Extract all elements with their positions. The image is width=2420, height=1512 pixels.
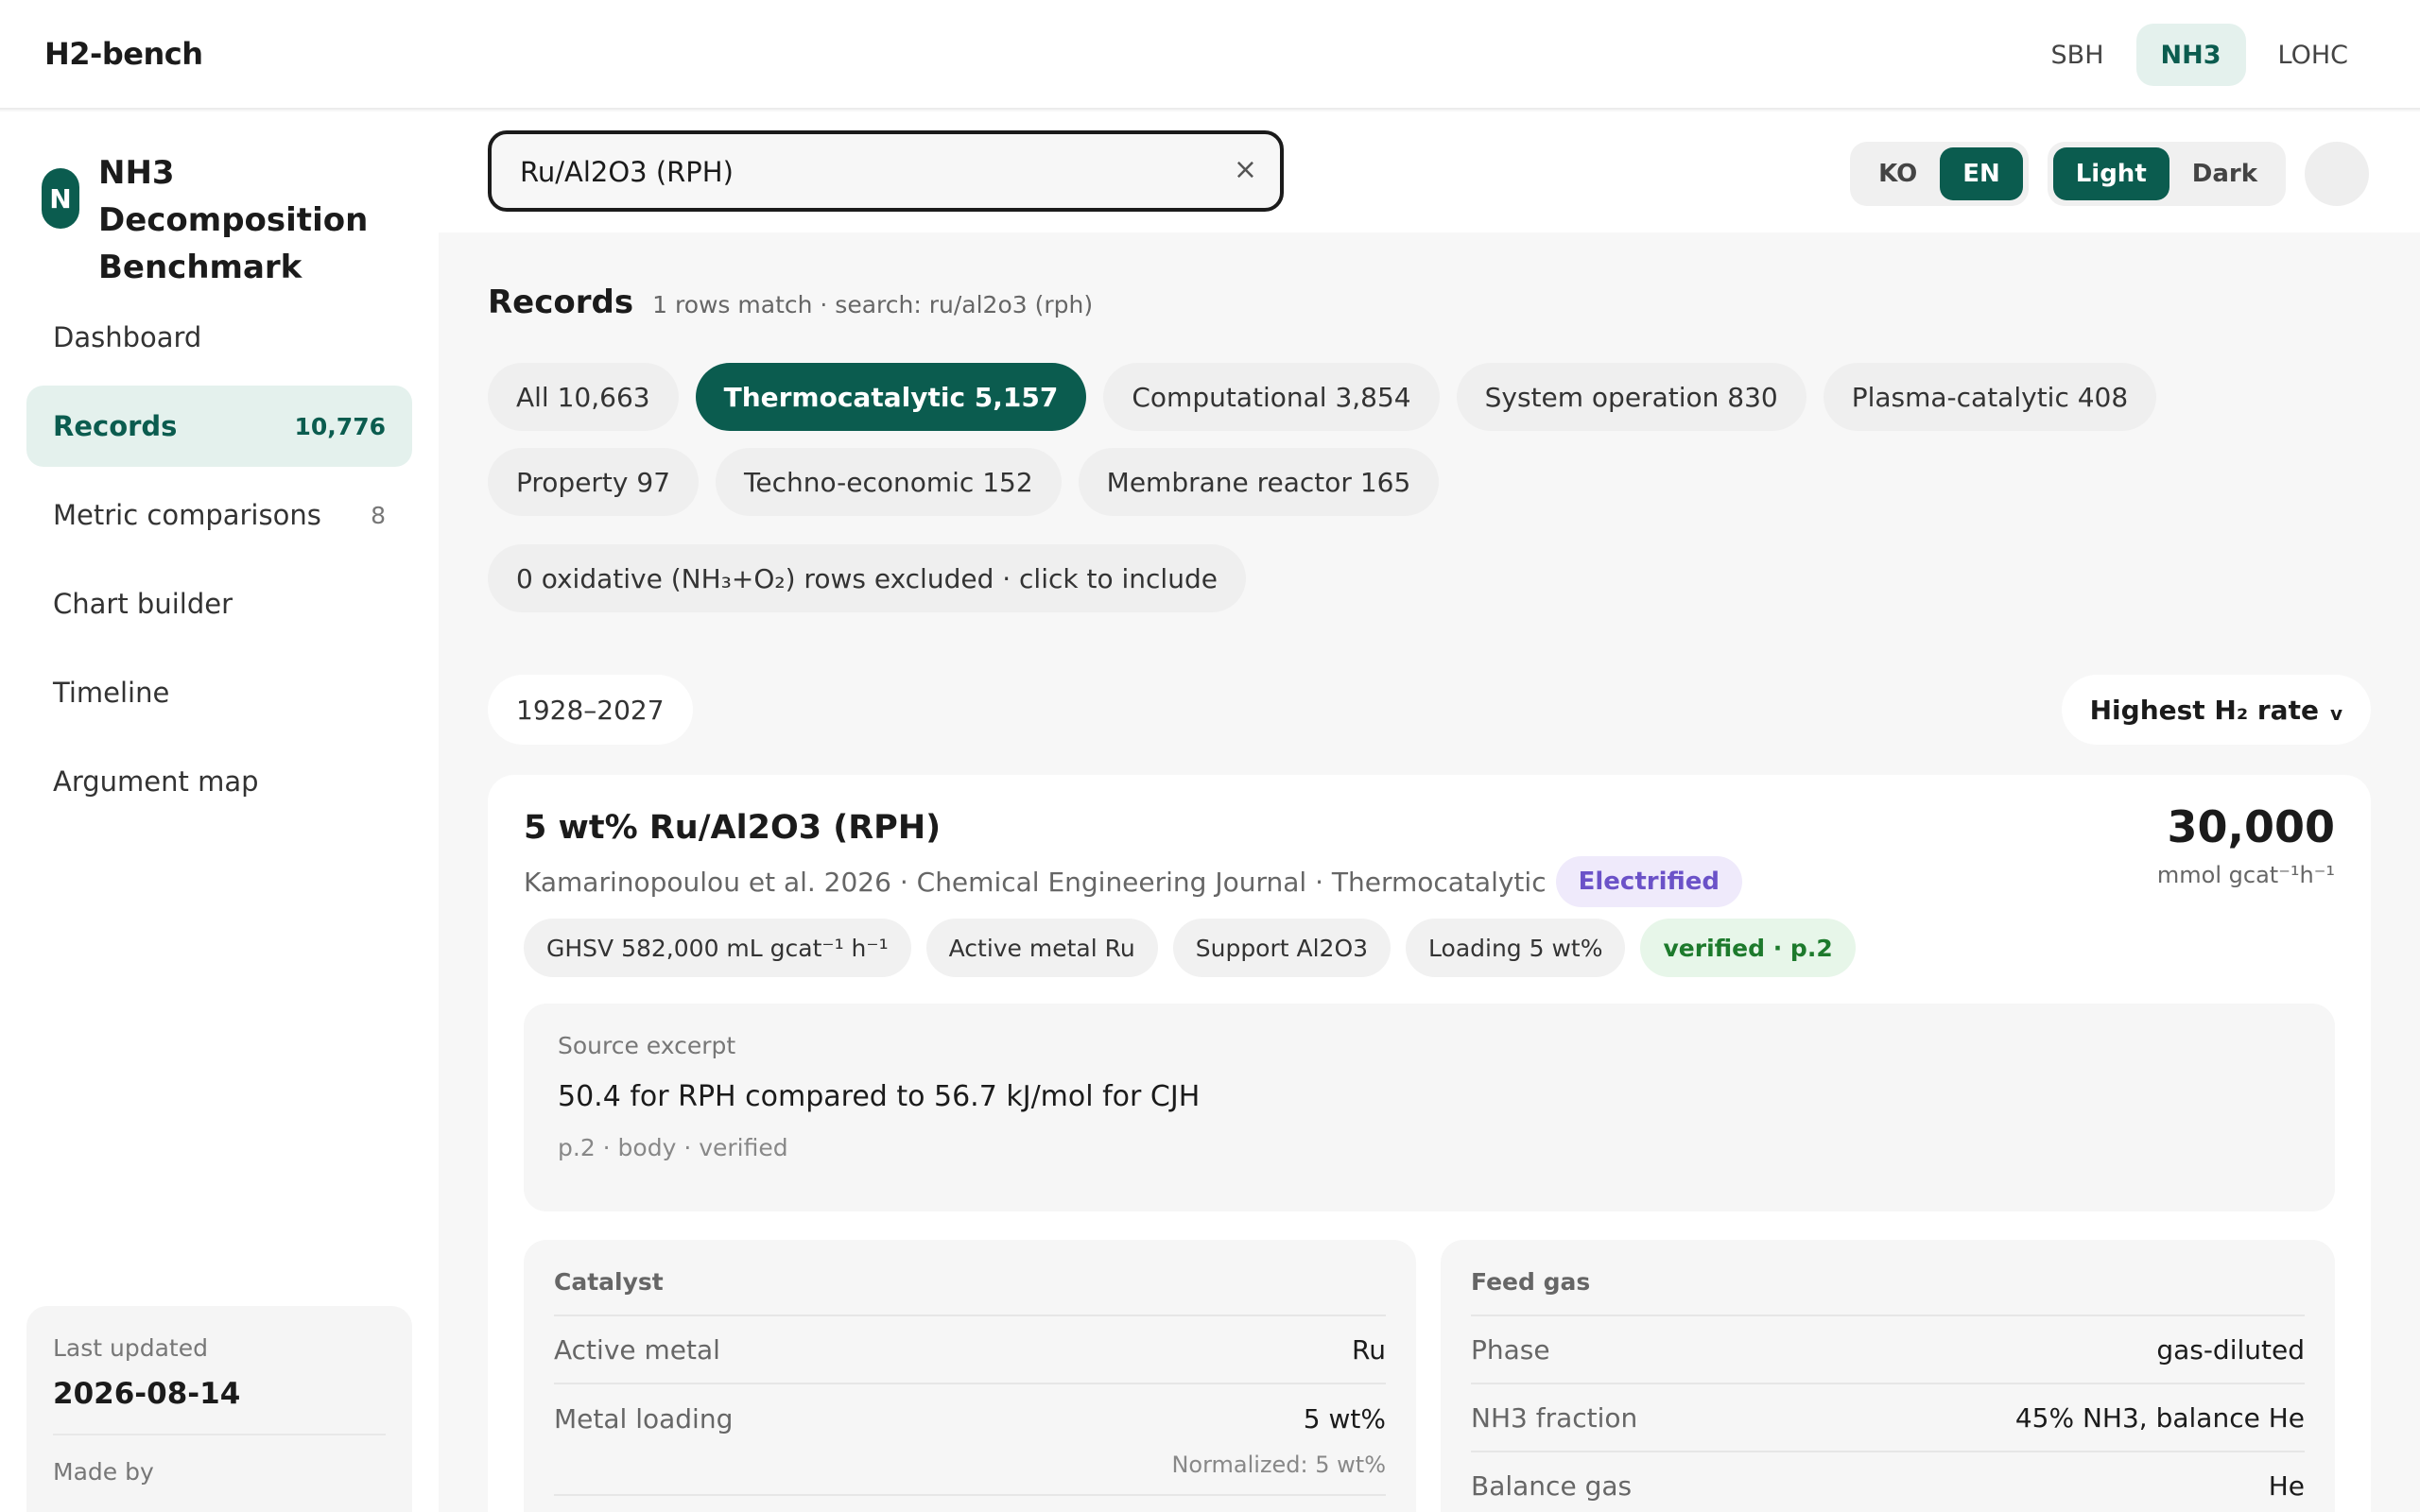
last-updated-value: 2026-08-14 [53,1377,386,1435]
sidebar-item-label: Chart builder [53,588,233,620]
domain-tabs: SBH NH3 LOHC [2027,24,2373,86]
catalyst-panel: Catalyst Active metal Ru Metal loading 5… [524,1240,1416,1512]
oxidative-rows-toggle[interactable]: 0 oxidative (NH₃+O₂) rows excluded · cli… [488,544,1246,612]
made-by-label: Made by [53,1458,154,1486]
record-title: 5 wt% Ru/Al2O3 (RPH) [524,809,942,847]
chip-computational[interactable]: Computational 3,854 [1103,363,1440,431]
h2-rate-unit: mmol gcat⁻¹h⁻¹ [2156,862,2335,888]
chip-all[interactable]: All 10,663 [488,363,679,431]
theme-light-button[interactable]: Light [2052,147,2169,200]
record-citation-text: Kamarinopoulou et al. 2026 · Chemical En… [524,866,1547,898]
table-row: Metal loading 5 wt% Normalized: 5 wt% [554,1384,1386,1496]
source-excerpt: Source excerpt 50.4 for RPH compared to … [524,1004,2335,1211]
sidebar-item-label: Argument map [53,765,259,798]
lang-en-button[interactable]: EN [1940,147,2023,200]
benchmark-logo-icon: N [42,168,79,229]
year-range-filter[interactable]: 1928–2027 [488,675,693,745]
main-header: × KO EN Light Dark [439,112,2420,232]
verified-badge[interactable]: verified · p.2 [1640,919,1856,977]
tab-nh3[interactable]: NH3 [2135,24,2246,86]
search-input[interactable] [520,149,1201,195]
sidebar-item-timeline[interactable]: Timeline [26,652,412,733]
theme-dark-button[interactable]: Dark [2169,147,2280,200]
records-header: Records 1 rows match · search: ru/al2o3 … [488,284,1093,321]
feed-gas-panel: Feed gas Phase gas-diluted NH3 fraction … [1441,1240,2335,1512]
row-value: Ru [1352,1333,1386,1366]
sidebar-item-label: Records [53,410,178,442]
row-value-group: 5 wt% Normalized: 5 wt% [1171,1403,1386,1478]
sidebar-footer: Last updated 2026-08-14 Made by [26,1306,412,1512]
page-title: Records [488,284,634,321]
header-toggles: KO EN Light Dark [1850,142,2369,206]
row-key: Balance gas [1471,1469,1633,1502]
sidebar-item-count: 10,776 [294,412,386,440]
tag-loading: Loading 5 wt% [1406,919,1626,977]
chevron-down-icon: v [2329,702,2342,725]
excerpt-text: 50.4 for RPH compared to 56.7 kJ/mol for… [558,1080,1201,1113]
chip-membrane-reactor[interactable]: Membrane reactor 165 [1078,448,1440,516]
category-filter-chips: All 10,663 Thermocatalytic 5,157 Computa… [488,363,2284,516]
sidebar-item-records[interactable]: Records 10,776 [26,386,412,467]
sidebar-nav: Dashboard Records 10,776 Metric comparis… [26,297,412,830]
excerpt-label: Source excerpt [558,1032,736,1059]
row-key: Active metal [554,1333,720,1366]
sidebar-item-label: Metric comparisons [53,499,321,531]
avatar[interactable] [2305,142,2369,206]
row-key: Metal loading [554,1403,734,1435]
records-match-count: 1 rows match · search: ru/al2o3 (rph) [652,291,1094,318]
tag-support: Support Al2O3 [1172,919,1392,977]
theme-toggle: Light Dark [2047,142,2286,206]
tab-sbh[interactable]: SBH [2027,24,2129,86]
sidebar: N NH3 Decomposition Benchmark Dashboard … [0,112,439,1512]
row-value: 45% NH3, balance He [2014,1401,2305,1434]
catalyst-title: Catalyst [554,1268,1386,1316]
main-content: × KO EN Light Dark Records 1 rows match … [439,112,2420,1512]
language-toggle: KO EN [1850,142,2029,206]
clear-icon[interactable]: × [1234,153,1257,186]
sidebar-item-label: Timeline [53,677,170,709]
chip-techno-economic[interactable]: Techno-economic 152 [716,448,1062,516]
sidebar-item-count: 8 [371,501,386,529]
table-row: NH3 fraction 45% NH3, balance He [1471,1384,2305,1452]
row-value: He [2268,1469,2305,1502]
top-bar: H2-bench SBH NH3 LOHC [0,0,2420,110]
record-card[interactable]: 5 wt% Ru/Al2O3 (RPH) Kamarinopoulou et a… [488,775,2371,1512]
tag-ghsv: GHSV 582,000 mL gcat⁻¹ h⁻¹ [524,919,911,977]
table-row: Phase gas-diluted [1471,1316,2305,1384]
record-tags: GHSV 582,000 mL gcat⁻¹ h⁻¹ Active metal … [524,919,1856,977]
sidebar-item-metric-comparisons[interactable]: Metric comparisons 8 [26,474,412,556]
h2-rate-value: 30,000 [2167,801,2335,852]
row-key: Phase [1471,1333,1550,1366]
sidebar-item-dashboard[interactable]: Dashboard [26,297,412,378]
sort-dropdown[interactable]: Highest H₂ rate v [2061,675,2371,745]
table-row: Balance gas He [1471,1452,2305,1512]
sidebar-item-chart-builder[interactable]: Chart builder [26,563,412,644]
lang-ko-button[interactable]: KO [1856,147,1940,200]
row-value: gas-diluted [2156,1333,2305,1366]
table-row: Active metal Ru [554,1316,1386,1384]
chip-thermocatalytic[interactable]: Thermocatalytic 5,157 [695,363,1087,431]
last-updated-label: Last updated [53,1334,208,1362]
record-citation: Kamarinopoulou et al. 2026 · Chemical En… [524,856,1742,907]
row-value: 5 wt% [1303,1403,1386,1435]
feed-gas-title: Feed gas [1471,1268,2305,1316]
chip-property[interactable]: Property 97 [488,448,700,516]
sidebar-item-argument-map[interactable]: Argument map [26,741,412,822]
row-key: NH3 fraction [1471,1401,1638,1434]
chip-plasma-catalytic[interactable]: Plasma-catalytic 408 [1823,363,2157,431]
app-brand[interactable]: H2-bench [44,36,203,72]
tag-active-metal: Active metal Ru [925,919,1158,977]
electrified-badge: Electrified [1555,856,1742,907]
sidebar-item-label: Dashboard [53,321,202,353]
tab-lohc[interactable]: LOHC [2254,24,2374,86]
sort-label: Highest H₂ rate [2089,694,2319,726]
chip-system-operation[interactable]: System operation 830 [1456,363,1806,431]
normalized-note: Normalized: 5 wt% [1171,1452,1386,1478]
search-box: × [488,130,1284,212]
benchmark-title: NH3 Decomposition Benchmark [98,154,369,286]
excerpt-meta: p.2 · body · verified [558,1134,788,1161]
